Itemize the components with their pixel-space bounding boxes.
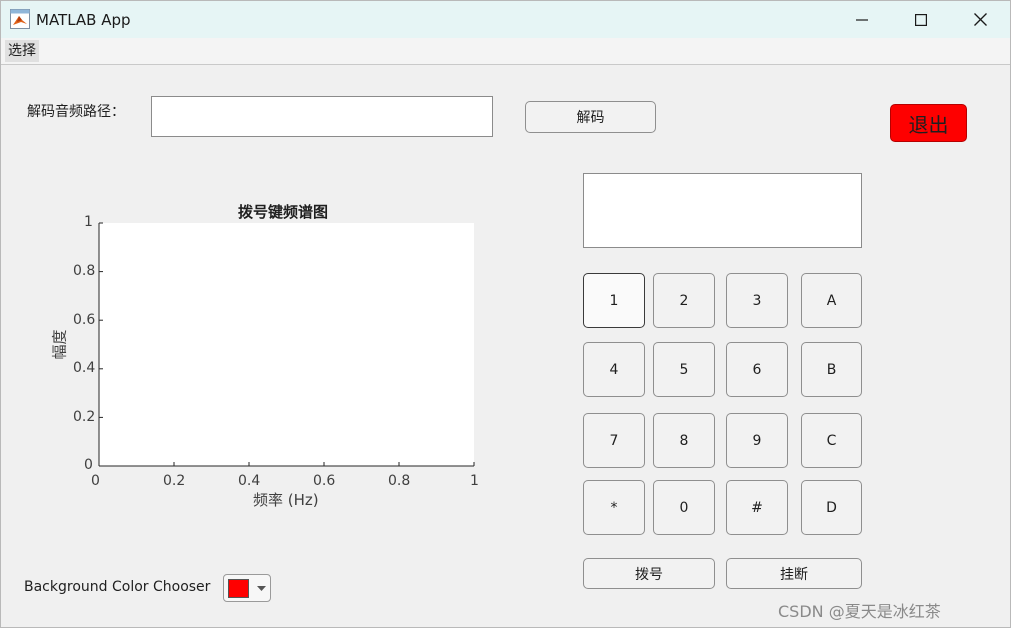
hangup-button[interactable]: 挂断 xyxy=(726,558,862,589)
key-7[interactable]: 7 xyxy=(583,413,645,468)
maximize-icon xyxy=(915,13,927,26)
key-hash[interactable]: # xyxy=(726,480,788,535)
key-1[interactable]: 1 xyxy=(583,273,645,328)
key-3[interactable]: 3 xyxy=(726,273,788,328)
y-tick-label-3: 0.6 xyxy=(73,312,96,328)
close-icon xyxy=(973,13,987,26)
dial-display-field[interactable] xyxy=(583,173,862,248)
y-tick-label-2: 0.4 xyxy=(73,360,96,376)
minimize-icon xyxy=(856,18,868,21)
key-9[interactable]: 9 xyxy=(726,413,788,468)
key-2[interactable]: 2 xyxy=(653,273,715,328)
x-tick-label-1: 0.2 xyxy=(163,473,186,489)
background-color-chooser[interactable] xyxy=(223,574,271,602)
plot-area xyxy=(99,223,474,466)
minimize-button[interactable] xyxy=(833,1,891,38)
color-swatch xyxy=(228,579,249,598)
x-tick-label-3: 0.6 xyxy=(313,473,336,489)
spectrum-axes xyxy=(98,222,475,467)
y-tick-label-4: 0.8 xyxy=(73,263,96,279)
key-star[interactable]: * xyxy=(583,480,645,535)
key-D[interactable]: D xyxy=(801,480,862,535)
exit-button[interactable]: 退出 xyxy=(890,104,967,142)
x-axis-label: 频率 (Hz) xyxy=(253,491,319,509)
close-button[interactable] xyxy=(951,1,1009,38)
x-tick-label-4: 0.8 xyxy=(388,473,411,489)
key-B[interactable]: B xyxy=(801,342,862,397)
y-tick-label-5: 1 xyxy=(84,214,93,230)
x-tick-label-2: 0.4 xyxy=(238,473,261,489)
y-tick-label-1: 0.2 xyxy=(73,409,96,425)
dropdown-arrow-icon xyxy=(257,586,266,591)
key-4[interactable]: 4 xyxy=(583,342,645,397)
x-tick-label-5: 1 xyxy=(470,473,479,489)
dial-button[interactable]: 拨号 xyxy=(583,558,715,589)
key-6[interactable]: 6 xyxy=(726,342,788,397)
y-tick-label-0: 0 xyxy=(84,457,93,473)
x-tick-label-0: 0 xyxy=(91,473,100,489)
key-5[interactable]: 5 xyxy=(653,342,715,397)
maximize-button[interactable] xyxy=(892,1,950,38)
background-color-label: Background Color Chooser xyxy=(24,579,211,595)
decode-button[interactable]: 解码 xyxy=(525,101,656,133)
app-window: MATLAB App 选择 解码音频路径： 解码 退出 拨号键频谱图 0 0.2… xyxy=(0,0,1011,628)
key-A[interactable]: A xyxy=(801,273,862,328)
key-8[interactable]: 8 xyxy=(653,413,715,468)
watermark-text: CSDN @夏天是冰红茶 xyxy=(778,602,941,621)
key-C[interactable]: C xyxy=(801,413,862,468)
y-axis-label: 幅度 xyxy=(50,329,69,360)
key-0[interactable]: 0 xyxy=(653,480,715,535)
